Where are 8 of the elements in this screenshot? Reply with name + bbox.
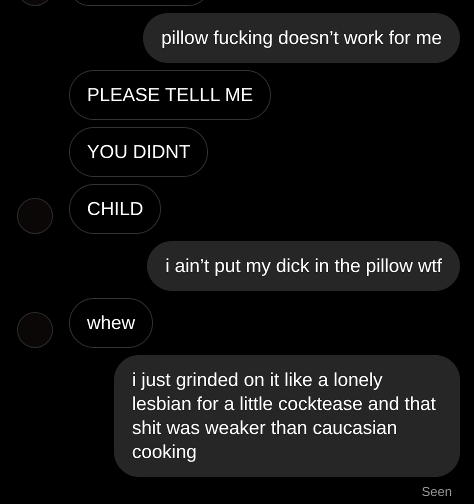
message-bubble: PLEASE TELLL ME xyxy=(69,70,271,120)
message-bubble: i ain’t put my dick in the pillow wtf xyxy=(147,241,460,291)
message-bubble: whew xyxy=(69,298,154,348)
message-bubble: pillow fucking doesn’t work for me xyxy=(143,13,460,63)
message-bubble: YOU DIDNT xyxy=(69,127,208,177)
seen-status: Seen xyxy=(422,484,452,500)
message-bubble: i just grinded on it like a lonely lesbian for a little cocktease and that shit was weaker than caucasian cooking xyxy=(114,355,460,477)
message-bubble: CHILD xyxy=(69,184,162,234)
